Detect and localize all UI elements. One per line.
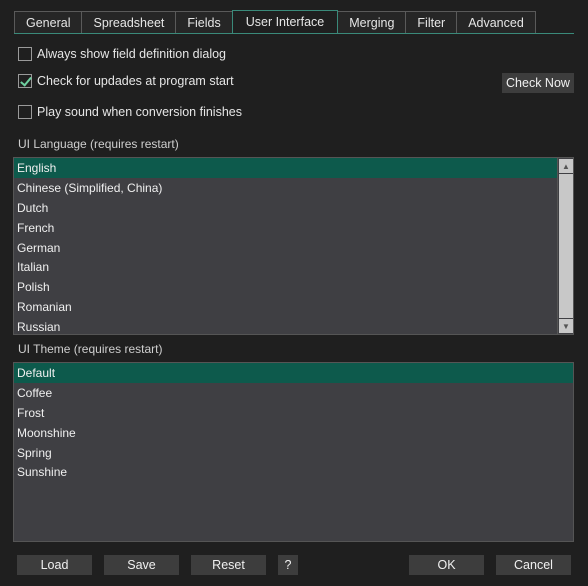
- load-button[interactable]: Load: [17, 555, 92, 575]
- field-definition-label: Always show field definition dialog: [37, 47, 226, 61]
- theme-item[interactable]: Coffee: [14, 383, 573, 403]
- language-item[interactable]: Polish: [14, 277, 557, 297]
- tab-spreadsheet[interactable]: Spreadsheet: [81, 11, 176, 34]
- theme-item[interactable]: Frost: [14, 403, 573, 423]
- language-item[interactable]: Romanian: [14, 297, 557, 317]
- tab-user-interface[interactable]: User Interface: [231, 10, 339, 34]
- ui-language-list[interactable]: English Chinese (Simplified, China) Dutc…: [13, 157, 574, 335]
- ui-language-label: UI Language (requires restart): [18, 137, 179, 151]
- save-button[interactable]: Save: [104, 555, 179, 575]
- scroll-thumb[interactable]: [559, 174, 573, 318]
- scroll-down-icon[interactable]: ▼: [559, 319, 573, 333]
- language-item[interactable]: Russian: [14, 317, 557, 334]
- field-definition-option[interactable]: Always show field definition dialog: [18, 47, 226, 61]
- ui-theme-label: UI Theme (requires restart): [18, 342, 163, 356]
- language-item[interactable]: French: [14, 218, 557, 238]
- ui-theme-list[interactable]: Default Coffee Frost Moonshine Spring Su…: [13, 362, 574, 542]
- theme-item[interactable]: Sunshine: [14, 462, 573, 482]
- tab-filter[interactable]: Filter: [405, 11, 457, 34]
- theme-item[interactable]: Default: [14, 363, 573, 383]
- tab-divider: [14, 33, 574, 34]
- theme-item[interactable]: Moonshine: [14, 423, 573, 443]
- reset-button[interactable]: Reset: [191, 555, 266, 575]
- tab-advanced[interactable]: Advanced: [456, 11, 536, 34]
- language-item[interactable]: Italian: [14, 257, 557, 277]
- play-sound-label: Play sound when conversion finishes: [37, 105, 242, 119]
- check-updates-checkbox[interactable]: [18, 74, 32, 88]
- cancel-button[interactable]: Cancel: [496, 555, 571, 575]
- language-scrollbar[interactable]: ▲ ▼: [557, 158, 573, 334]
- tab-merging[interactable]: Merging: [338, 11, 406, 34]
- play-sound-option[interactable]: Play sound when conversion finishes: [18, 105, 242, 119]
- theme-item[interactable]: Spring: [14, 443, 573, 463]
- check-updates-option[interactable]: Check for updades at program start: [18, 74, 234, 88]
- tab-bar: General Spreadsheet Fields User Interfac…: [14, 10, 536, 34]
- play-sound-checkbox[interactable]: [18, 105, 32, 119]
- language-item[interactable]: German: [14, 238, 557, 258]
- tab-fields[interactable]: Fields: [175, 11, 232, 34]
- language-item[interactable]: Dutch: [14, 198, 557, 218]
- check-updates-label: Check for updades at program start: [37, 74, 234, 88]
- help-button[interactable]: ?: [278, 555, 298, 575]
- tab-general[interactable]: General: [14, 11, 82, 34]
- ok-button[interactable]: OK: [409, 555, 484, 575]
- check-now-button[interactable]: Check Now: [502, 73, 574, 93]
- language-item[interactable]: English: [14, 158, 557, 178]
- language-item[interactable]: Chinese (Simplified, China): [14, 178, 557, 198]
- field-definition-checkbox[interactable]: [18, 47, 32, 61]
- scroll-up-icon[interactable]: ▲: [559, 159, 573, 173]
